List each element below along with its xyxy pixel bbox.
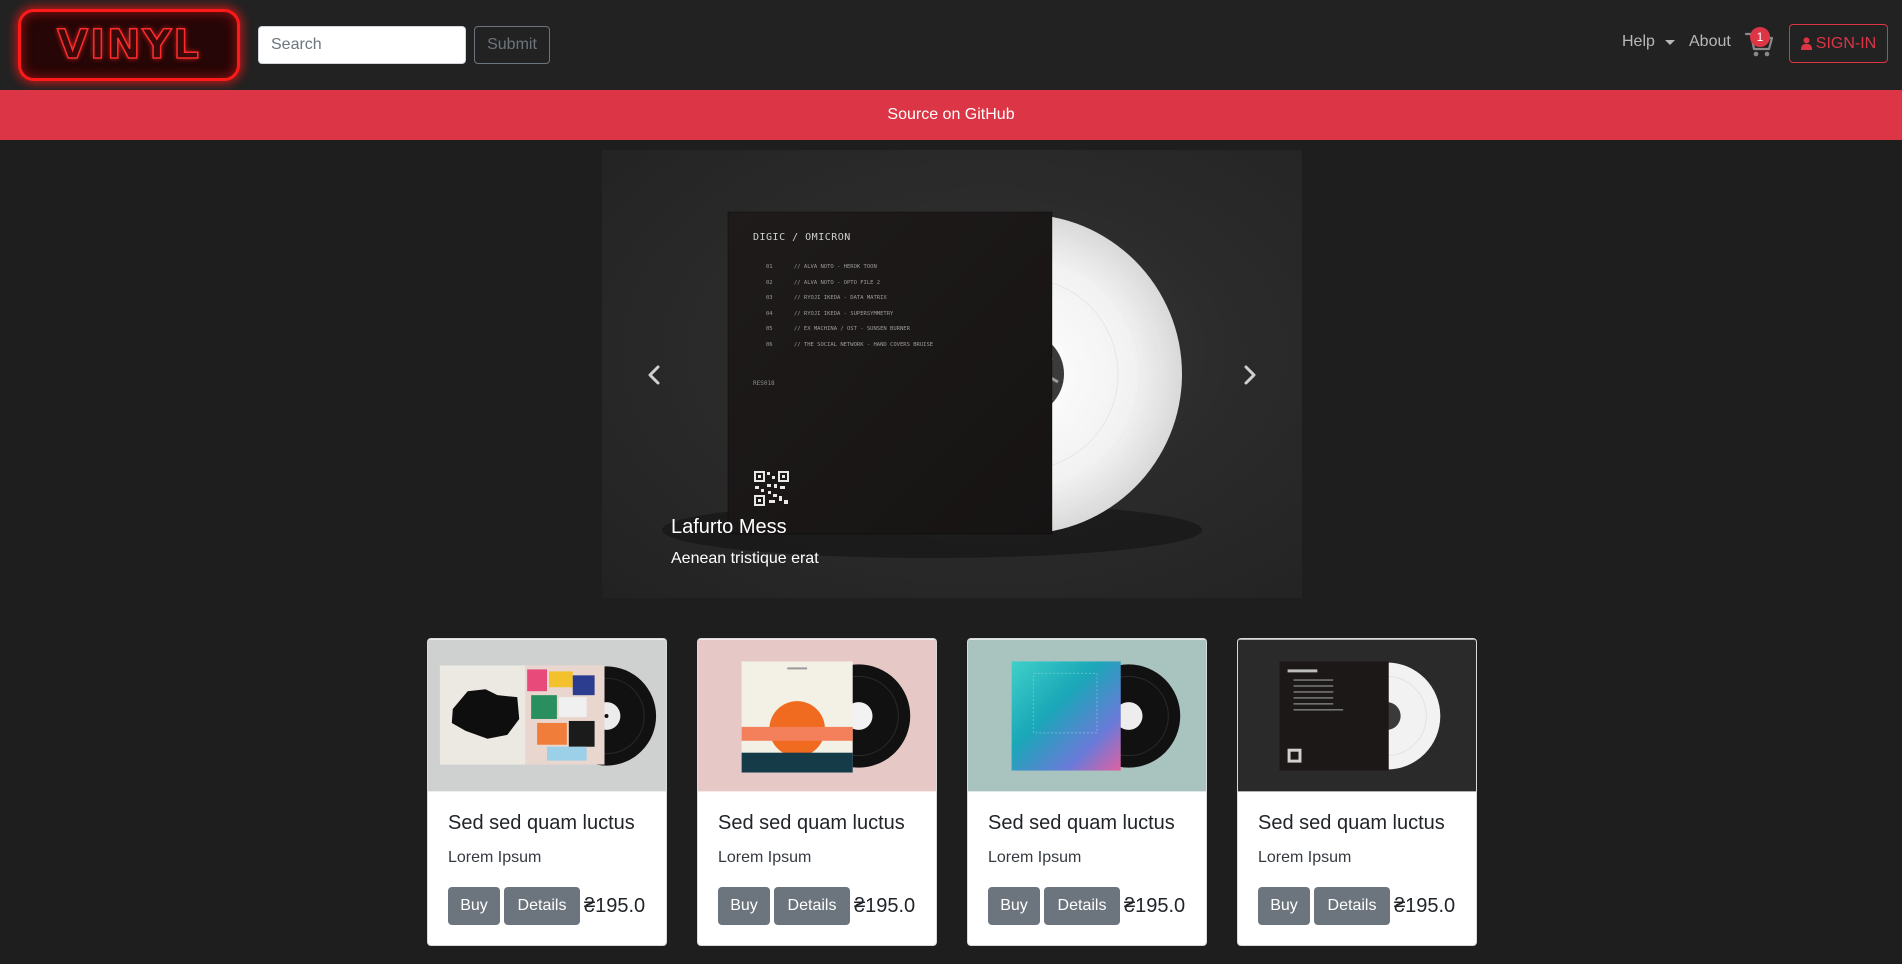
track-title: // ALVA NOTO - HEROK TOON: [794, 264, 877, 270]
product-image: [428, 639, 666, 792]
track-title: // THE SOCIAL NETWORK - HAND COVERS BRUI…: [794, 341, 934, 348]
help-dropdown[interactable]: Help: [1622, 33, 1675, 51]
help-label: Help: [1622, 33, 1655, 50]
product-card: Sed sed quam luctus Lorem Ipsum Buy Deta…: [427, 638, 667, 946]
submit-button[interactable]: Submit: [474, 26, 550, 64]
track-row: 02 // ALVA NOTO - OPTO FILE 2: [766, 276, 933, 292]
github-link[interactable]: Source on GitHub: [887, 106, 1014, 124]
track-title: // RYOJI IKEDA - DATA MATRIX: [794, 295, 887, 301]
track-title: // ALVA NOTO - OPTO FILE 2: [794, 279, 881, 286]
track-title: // EX MACHINA / OST - SUNSEN BURNER: [794, 326, 910, 332]
product-price: ₴195.0: [854, 895, 916, 917]
caret-down-icon: [1664, 39, 1675, 45]
catalog-code: RES018: [753, 380, 775, 387]
navbar: VINYL Submit Help About 1 SIGN-IN: [0, 0, 1902, 90]
product-subtitle: Lorem Ipsum: [718, 849, 812, 866]
details-button[interactable]: Details: [1314, 887, 1390, 925]
user-icon: [1800, 37, 1812, 50]
buy-button[interactable]: Buy: [718, 887, 770, 925]
chevron-right-icon: [1244, 365, 1256, 385]
details-button[interactable]: Details: [1044, 887, 1120, 925]
chevron-left-icon: [648, 365, 660, 385]
track-number: 02: [766, 279, 773, 286]
track-row: 04 // RYOJI IKEDA - SUPERSYMMETRY: [766, 307, 933, 323]
carousel-caption-title: Lafurto Mess: [671, 516, 787, 538]
hero-carousel[interactable]: DIGIC / OMICRON 01 // ALVA NOTO - HEROK T…: [602, 150, 1302, 598]
product-price: ₴195.0: [1394, 895, 1456, 917]
product-subtitle: Lorem Ipsum: [1258, 849, 1352, 866]
logo-text: VINYL: [56, 21, 201, 69]
product-title: Sed sed quam luctus: [1258, 812, 1445, 834]
product-price: ₴195.0: [1124, 895, 1186, 917]
product-image: [1238, 639, 1476, 792]
product-title: Sed sed quam luctus: [718, 812, 905, 834]
cart-count-badge: 1: [1750, 27, 1770, 47]
buy-button[interactable]: Buy: [1258, 887, 1310, 925]
track-row: 05 // EX MACHINA / OST - SUNSEN BURNER: [766, 322, 933, 338]
track-number: 01: [766, 264, 773, 270]
product-card: Sed sed quam luctus Lorem Ipsum Buy Deta…: [967, 638, 1207, 946]
track-row: 03 // RYOJI IKEDA - DATA MATRIX: [766, 291, 933, 307]
carousel-next-button[interactable]: [1240, 360, 1260, 390]
about-link[interactable]: About: [1689, 33, 1731, 51]
github-banner[interactable]: Source on GitHub: [0, 90, 1902, 140]
product-image: [698, 639, 936, 792]
product-title: Sed sed quam luctus: [448, 812, 635, 834]
product-card: Sed sed quam luctus Lorem Ipsum Buy Deta…: [1237, 638, 1477, 946]
details-button[interactable]: Details: [774, 887, 850, 925]
details-button[interactable]: Details: [504, 887, 580, 925]
product-image: [968, 639, 1206, 792]
product-subtitle: Lorem Ipsum: [448, 849, 542, 866]
search-input[interactable]: [258, 26, 466, 64]
album-label: DIGIC / OMICRON: [753, 232, 851, 243]
track-number: 05: [766, 326, 773, 332]
vinyl-logo[interactable]: VINYL: [18, 9, 240, 81]
buy-button[interactable]: Buy: [448, 887, 500, 925]
product-title: Sed sed quam luctus: [988, 812, 1175, 834]
track-number: 03: [766, 295, 773, 301]
track-list: 01 // ALVA NOTO - HEROK TOON 02 // ALVA NOT…: [766, 260, 933, 353]
track-row: 01 // ALVA NOTO - HEROK TOON: [766, 260, 933, 276]
track-number: 04: [766, 310, 773, 317]
product-card: Sed sed quam luctus Lorem Ipsum Buy Deta…: [697, 638, 937, 946]
sign-in-label: SIGN-IN: [1815, 34, 1877, 52]
product-price: ₴195.0: [584, 895, 646, 917]
track-row: 06 // THE SOCIAL NETWORK - HAND COVERS BR…: [766, 338, 933, 354]
carousel-caption-text: Aenean tristique erat: [671, 550, 819, 567]
carousel-prev-button[interactable]: [644, 360, 664, 390]
track-number: 06: [766, 341, 773, 348]
sign-in-button[interactable]: SIGN-IN: [1789, 24, 1888, 63]
qr-code: [753, 470, 790, 507]
buy-button[interactable]: Buy: [988, 887, 1040, 925]
product-subtitle: Lorem Ipsum: [988, 849, 1082, 866]
track-title: // RYOJI IKEDA - SUPERSYMMETRY: [794, 310, 894, 317]
